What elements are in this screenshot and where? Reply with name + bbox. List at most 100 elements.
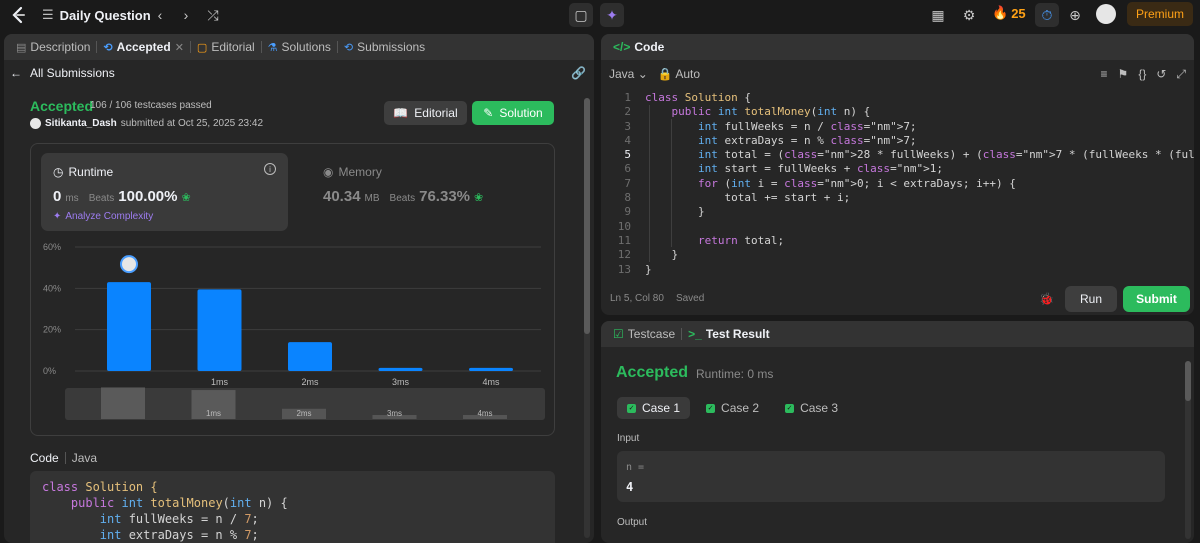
performance-box: ◷ Runtime i 0 ms Beats 100.00% ❀ ✦ Analy…	[30, 143, 555, 436]
tab-description[interactable]: ▤ Description	[10, 34, 96, 60]
user-avatar[interactable]	[1096, 4, 1116, 24]
memory-beats-label: Beats	[389, 193, 416, 204]
leetcode-logo[interactable]	[8, 4, 30, 26]
bar[interactable]	[107, 282, 151, 371]
runtime-card[interactable]: ◷ Runtime i 0 ms Beats 100.00% ❀ ✦ Analy…	[41, 153, 288, 231]
tab-code-label: Code	[634, 40, 665, 54]
bookmark-icon[interactable]: ⚑	[1118, 67, 1129, 82]
left-scrollbar-thumb[interactable]	[584, 98, 590, 334]
share-link-icon[interactable]: 🔗	[571, 66, 586, 80]
top-bar: ☰ Daily Question ‹ › ⤮ ▢ ✦ ▦ ⚙ 🔥 25 ⏱ ⊕ …	[0, 0, 1200, 30]
submission-status: Accepted	[30, 98, 94, 114]
check-icon: ✓	[627, 403, 636, 413]
code-editor[interactable]: 1 2 3 4 5 6 7 8 9 10 11 12 13 class Solution { publi…	[601, 91, 1194, 281]
timer-icon[interactable]: ⏱	[1035, 3, 1059, 27]
run-button[interactable]: Run	[1065, 286, 1117, 312]
terminal-icon: >_	[688, 327, 702, 341]
description-icon: ▤	[16, 41, 27, 54]
language-select[interactable]: Java ⌄	[609, 67, 648, 81]
daily-question-button[interactable]: ☰ Daily Question	[42, 5, 151, 25]
runtime-distribution-chart[interactable]: 60% 40% 20% 0% 1ms 2ms 3ms 4ms 1ms 2ms 3ms 4ms	[31, 234, 556, 434]
submitted-code-block[interactable]: class Solution { public int totalMoney(i…	[30, 471, 555, 543]
case-tab-2[interactable]: ✓ Case 2	[696, 397, 769, 419]
solution-button-label: Solution	[499, 106, 543, 120]
runtime-unit: ms	[65, 193, 79, 204]
next-question-icon[interactable]: ›	[174, 3, 198, 27]
settings-gear-icon[interactable]: ⚙	[957, 3, 981, 27]
runtime-beats-value: 100.00%	[118, 188, 178, 205]
result-scrollbar-thumb[interactable]	[1185, 361, 1191, 401]
code-section-title: Code	[30, 451, 59, 465]
flask-icon: ⚗	[267, 41, 278, 54]
tab-test-result[interactable]: >_ Test Result	[682, 321, 775, 347]
fullscreen-icon[interactable]: ⤢	[1176, 67, 1186, 82]
tab-submissions[interactable]: ⟲ Submissions	[338, 34, 431, 60]
premium-button[interactable]: Premium	[1127, 2, 1193, 26]
tab-solutions[interactable]: ⚗ Solutions	[262, 34, 337, 60]
solution-button[interactable]: ✎ Solution	[472, 101, 554, 125]
submitter-avatar[interactable]	[30, 118, 41, 129]
streak-counter[interactable]: 🔥 25	[992, 5, 1026, 21]
runtime-title-label: Runtime	[68, 165, 114, 179]
line-number: 1	[624, 91, 631, 104]
output-label: Output	[617, 517, 648, 528]
case-tab-3[interactable]: ✓ Case 3	[775, 397, 848, 419]
bar[interactable]	[469, 367, 513, 371]
case-tab-1[interactable]: ✓ Case 1	[617, 397, 691, 419]
tab-description-label: Description	[30, 40, 91, 54]
debug-icon[interactable]: 🐞	[1039, 292, 1054, 306]
submit-button[interactable]: Submit	[1123, 286, 1190, 312]
x-tick-label: 1ms	[211, 377, 229, 387]
reset-icon[interactable]: ↺	[1156, 67, 1166, 82]
layout-grid-icon[interactable]: ▦	[926, 3, 950, 27]
clock-icon: ◷	[53, 165, 64, 179]
tab-testcase[interactable]: ☑ Testcase	[607, 321, 681, 347]
submitted-time: submitted at Oct 25, 2025 23:42	[120, 118, 264, 129]
submitter-name[interactable]: Sitikanta_Dash	[45, 118, 117, 129]
analyze-complexity-label: Analyze Complexity	[65, 211, 154, 222]
auto-mode[interactable]: 🔒 Auto	[658, 67, 700, 81]
checkbox-icon: ☑	[613, 327, 624, 341]
runtime-value: 0	[53, 188, 62, 205]
braces-icon[interactable]: {}	[1138, 67, 1146, 82]
format-icon[interactable]: ≡	[1101, 67, 1108, 82]
overview-bar	[101, 387, 145, 419]
chip-icon: ◉	[323, 165, 334, 179]
close-tab-icon[interactable]: ✕	[175, 41, 184, 54]
runtime-title: ◷ Runtime	[53, 165, 113, 179]
code-preview-line: Solution {	[85, 480, 158, 494]
result-tabbar: ☑ Testcase >_ Test Result	[601, 321, 1194, 347]
bar[interactable]	[197, 289, 242, 371]
y-tick-label: 60%	[43, 242, 61, 252]
bar[interactable]	[378, 367, 423, 371]
cursor-position: Ln 5, Col 80	[610, 293, 664, 304]
memory-card[interactable]: ◉ Memory 40.34 MB Beats 76.33% ❀	[311, 153, 511, 231]
arrow-left-icon: ←	[10, 66, 22, 80]
editor-status: Ln 5, Col 80 Saved	[610, 293, 704, 304]
tab-editorial[interactable]: ▢ Editorial	[191, 34, 261, 60]
x-tick-label: 3ms	[392, 377, 410, 387]
tab-code[interactable]: </> Code	[607, 34, 670, 60]
bar[interactable]	[288, 342, 332, 371]
celebrate-icon: ❀	[181, 192, 191, 204]
sparkle-icon: ✦	[53, 211, 62, 222]
code-tabbar: </> Code	[601, 34, 1194, 60]
notes-icon[interactable]: ▢	[569, 3, 593, 27]
prev-question-icon[interactable]: ‹	[148, 3, 172, 27]
x-tick-label: 4ms	[482, 377, 500, 387]
submission-panel: ▤ Description ⟲ Accepted ✕ ▢ Editorial ⚗…	[4, 34, 594, 543]
runtime-values: 0 ms Beats 100.00% ❀	[53, 188, 191, 205]
all-submissions-link[interactable]: ← All Submissions	[10, 66, 115, 80]
add-friend-icon[interactable]: ⊕	[1063, 3, 1087, 27]
editorial-button[interactable]: 📖 Editorial	[384, 101, 467, 125]
book-icon: 📖	[393, 106, 409, 120]
memory-title-label: Memory	[338, 165, 382, 179]
case-tab-label: Case 3	[800, 401, 839, 415]
info-icon[interactable]: i	[264, 163, 276, 175]
analyze-complexity-link[interactable]: ✦ Analyze Complexity	[53, 211, 153, 222]
shuffle-icon[interactable]: ⤮	[201, 3, 225, 27]
tab-accepted[interactable]: ⟲ Accepted ✕	[97, 34, 189, 60]
ai-sparkle-icon[interactable]: ✦	[600, 3, 624, 27]
line-number: 12	[617, 248, 631, 262]
